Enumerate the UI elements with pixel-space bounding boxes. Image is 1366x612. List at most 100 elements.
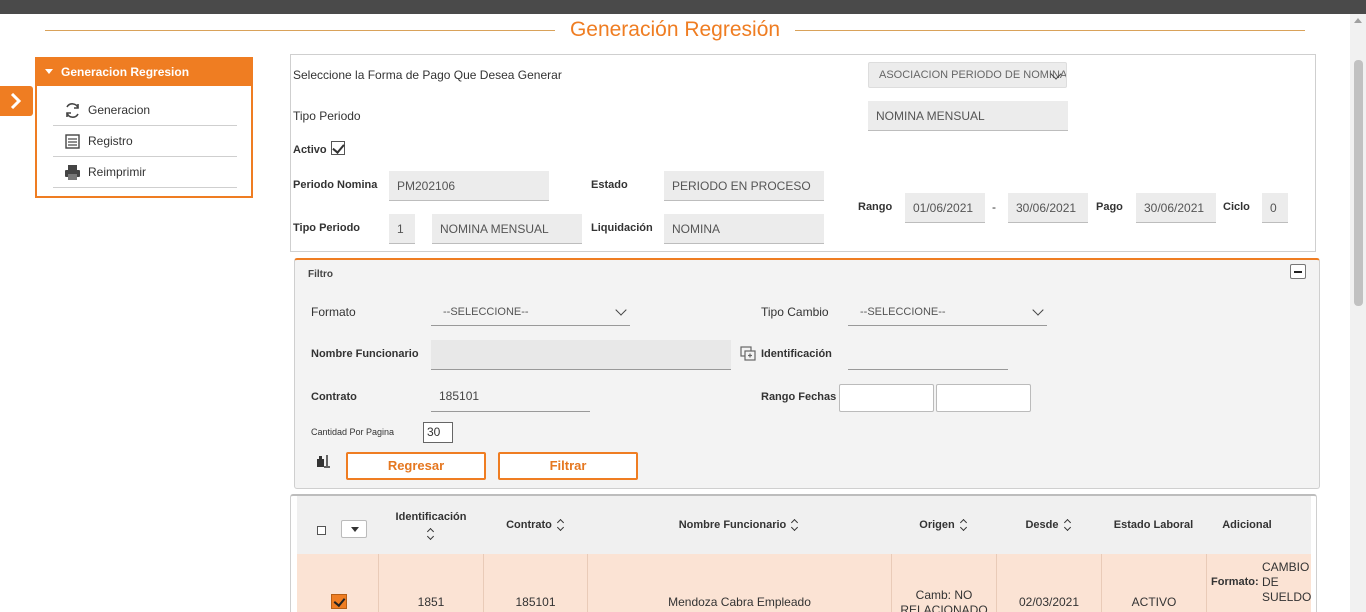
regresar-button[interactable]: Regresar: [346, 452, 486, 480]
cantidad-input[interactable]: 30: [423, 422, 453, 443]
period-info-panel: Seleccione la Forma de Pago Que Desea Ge…: [290, 54, 1316, 252]
printer-icon: [65, 165, 80, 180]
menu-item-reimprimir[interactable]: Reimprimir: [53, 157, 237, 188]
title-divider-right: [795, 30, 1305, 31]
ciclo-label: Ciclo: [1223, 201, 1250, 213]
cantidad-label: Cantidad Por Pagina: [311, 427, 395, 437]
col-contrato-label: Contrato: [506, 519, 552, 531]
cell-contrato: 185101: [483, 554, 587, 612]
table-header: Identificación Contrato Nombre Funcionar…: [297, 496, 1311, 554]
col-origen-label: Origen: [919, 519, 955, 531]
tipo-periodo2-field: NOMINA MENSUAL: [432, 214, 582, 244]
chevron-right-icon: [10, 93, 22, 109]
col-nombre[interactable]: Nombre Funcionario: [587, 496, 891, 554]
refresh-icon: [66, 103, 79, 118]
menu-header[interactable]: Generacion Regresion: [37, 59, 251, 86]
col-desde[interactable]: Desde: [996, 496, 1101, 554]
contrato-input[interactable]: 185101: [431, 382, 590, 412]
pago-field: 30/06/2021: [1136, 193, 1216, 223]
menu-item-label: Registro: [88, 134, 133, 148]
identificacion-label: Identificación: [761, 348, 832, 360]
col-adicional[interactable]: Adicional: [1206, 496, 1288, 554]
select-all-checkbox[interactable]: [317, 526, 326, 535]
col-desde-label: Desde: [1025, 519, 1059, 531]
periodo-nomina-field: PM202106: [389, 171, 549, 201]
filtrar-button[interactable]: Filtrar: [498, 452, 638, 480]
forma-pago-label: Seleccione la Forma de Pago Que Desea Ge…: [293, 68, 562, 82]
rango-fechas-label: Rango Fechas: [761, 391, 837, 403]
filter-panel: Filtro Formato --SELECCIONE-- Tipo Cambi…: [294, 258, 1320, 489]
col-origen[interactable]: Origen: [891, 496, 996, 554]
search-lookup-icon[interactable]: [740, 346, 756, 361]
rango-hasta-field: 30/06/2021: [1008, 193, 1088, 223]
sort-icon: [1064, 520, 1072, 531]
rango-separator: -: [992, 200, 996, 214]
col-contrato[interactable]: Contrato: [483, 496, 588, 554]
identificacion-input[interactable]: [848, 340, 1008, 370]
tipo-cambio-label: Tipo Cambio: [761, 305, 829, 319]
col-nombre-label: Nombre Funcionario: [678, 519, 787, 531]
filter-title: Filtro: [308, 269, 333, 280]
fecha-desde-input[interactable]: [839, 384, 934, 412]
side-menu: Generacion Regresion Generacion Registro…: [35, 57, 253, 198]
eraser-icon[interactable]: [315, 453, 331, 469]
sort-icon: [427, 529, 435, 540]
estado-label: Estado: [591, 179, 628, 191]
col-estado-laboral[interactable]: Estado Laboral: [1101, 496, 1206, 554]
formato-select[interactable]: --SELECCIONE--: [431, 298, 630, 326]
liquidacion-field: NOMINA: [664, 214, 824, 244]
adicional-formato-value: CAMBIO DE SUELDO: [1262, 560, 1311, 604]
activo-checkbox[interactable]: [331, 141, 345, 155]
periodo-nomina-label: Periodo Nomina: [293, 179, 378, 191]
estado-field: PERIODO EN PROCESO: [664, 171, 824, 201]
contrato-label: Contrato: [311, 391, 357, 403]
chevron-down-icon: [1032, 304, 1044, 316]
forma-pago-select[interactable]: ASOCIACION PERIODO DE NOMINA: [868, 62, 1067, 88]
col-identificacion[interactable]: Identificación: [387, 496, 475, 554]
page-scrollbar[interactable]: [1350, 14, 1366, 612]
results-table: Identificación Contrato Nombre Funcionar…: [290, 494, 1317, 612]
chevron-down-icon: [615, 304, 627, 316]
forma-pago-value: ASOCIACION PERIODO DE NOMINA: [879, 69, 1067, 81]
bulk-actions-dropdown[interactable]: [341, 520, 367, 538]
tipo-cambio-value: --SELECCIONE--: [860, 306, 946, 318]
table-row[interactable]: 1851 185101 Mendoza Cabra Empleado Camb:…: [297, 554, 1311, 612]
menu-item-generacion[interactable]: Generacion: [53, 95, 237, 126]
menu-header-label: Generacion Regresion: [61, 65, 190, 79]
cell-identificacion: 1851: [378, 554, 483, 612]
ciclo-field: 0: [1262, 193, 1288, 223]
pago-label: Pago: [1096, 201, 1123, 213]
fecha-hasta-input[interactable]: [936, 384, 1031, 412]
liquidacion-label: Liquidación: [591, 222, 653, 234]
cell-desde: 02/03/2021: [996, 554, 1101, 612]
title-divider-left: [45, 30, 555, 31]
scrollbar-thumb[interactable]: [1354, 60, 1363, 306]
activo-label: Activo: [293, 144, 327, 156]
tipo-periodo-code-field: 1: [389, 214, 415, 244]
tipo-cambio-select[interactable]: --SELECCIONE--: [848, 298, 1047, 326]
rango-desde-field: 01/06/2021: [905, 193, 985, 223]
nombre-funcionario-input[interactable]: [431, 340, 731, 370]
sort-icon: [557, 520, 565, 531]
page-title: Generación Regresión: [569, 18, 781, 41]
top-bar: [0, 0, 1366, 14]
menu-item-label: Reimprimir: [88, 165, 146, 179]
tipo-periodo-label: Tipo Periodo: [293, 109, 361, 123]
tipo-periodo2-label: Tipo Periodo: [293, 222, 361, 234]
col-adicional-label: Adicional: [1222, 519, 1272, 531]
scroll-up-icon[interactable]: [1354, 18, 1362, 23]
cell-origen: Camb: NO RELACIONADO: [891, 554, 996, 612]
rango-label: Rango: [858, 201, 893, 213]
cell-estado: ACTIVO: [1101, 554, 1206, 612]
cell-nombre: Mendoza Cabra Empleado: [587, 554, 891, 612]
caret-down-icon: [45, 69, 53, 74]
adicional-formato-label: Formato:: [1211, 576, 1259, 588]
tipo-periodo-field: NOMINA MENSUAL: [868, 101, 1068, 131]
formato-value: --SELECCIONE--: [443, 306, 529, 318]
menu-item-registro[interactable]: Registro: [53, 126, 237, 157]
col-estado-label: Estado Laboral: [1113, 519, 1194, 531]
collapse-button[interactable]: [1290, 264, 1306, 279]
row-checkbox[interactable]: [331, 594, 347, 609]
sort-icon: [791, 520, 799, 531]
sidebar-toggle-button[interactable]: [0, 86, 33, 116]
